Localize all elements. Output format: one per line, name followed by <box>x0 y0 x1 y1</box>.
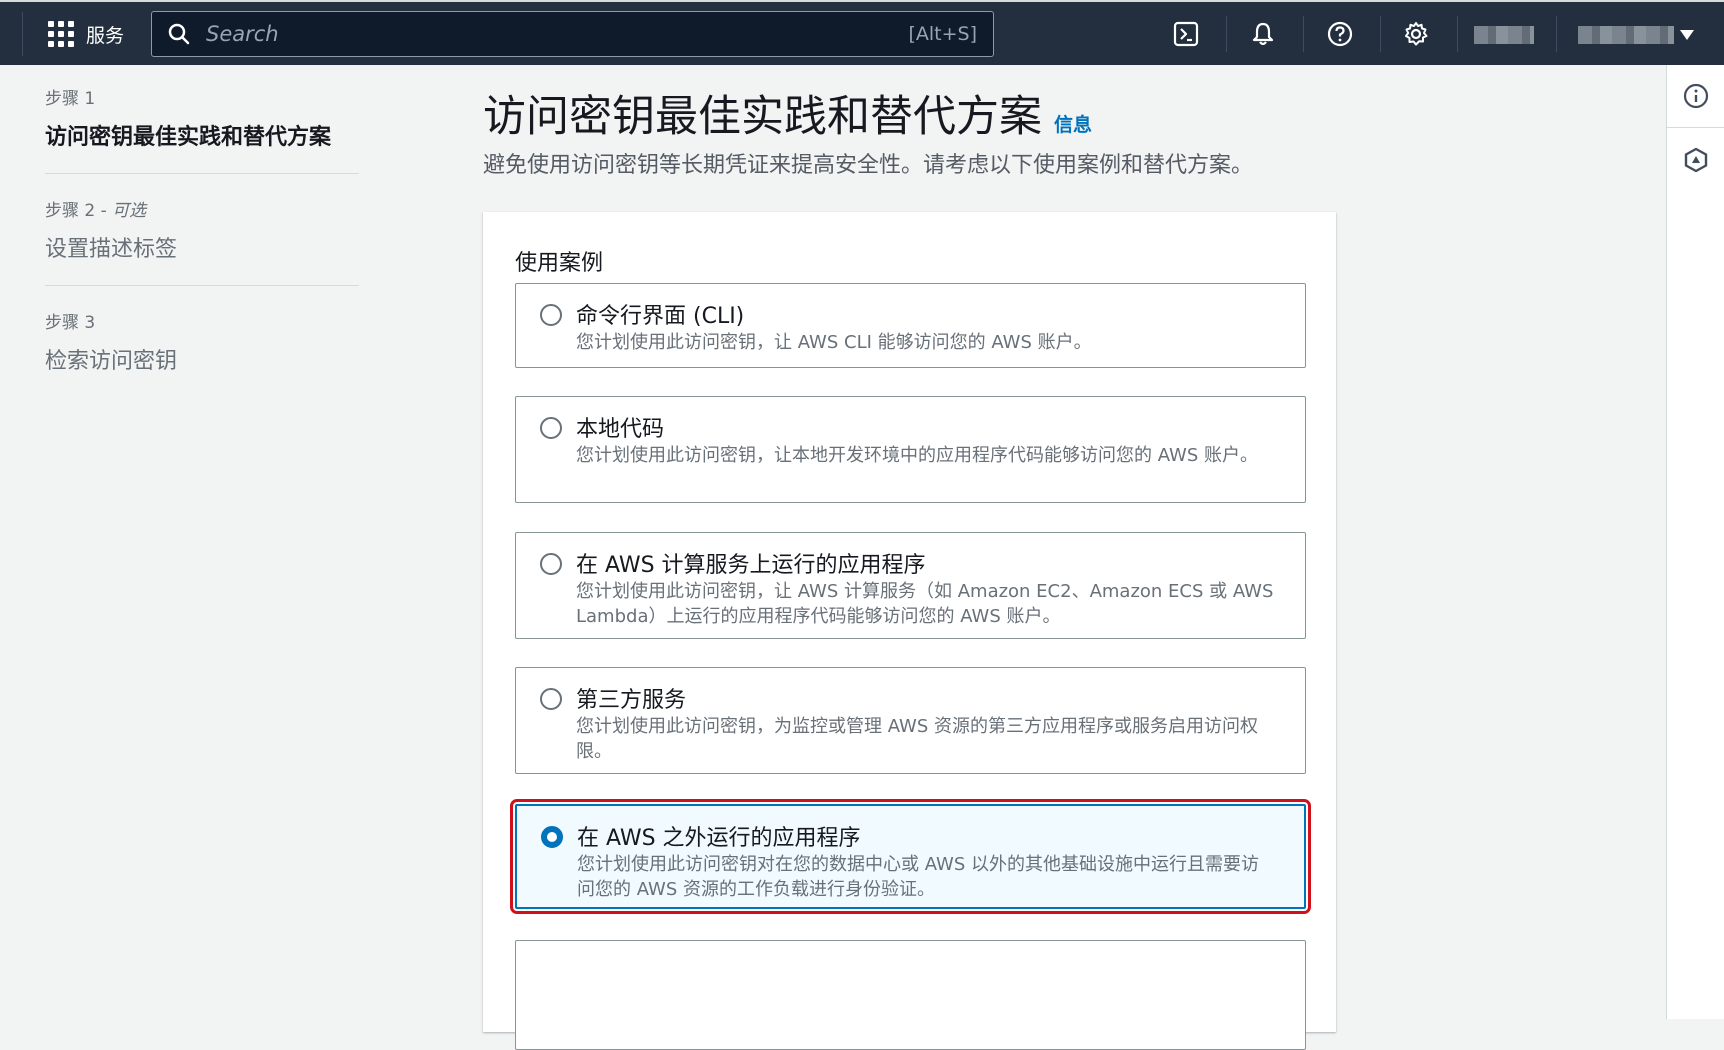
use-case-option-aws-compute[interactable]: 在 AWS 计算服务上运行的应用程序 您计划使用此访问密钥，让 AWS 计算服务… <box>515 532 1306 639</box>
info-link[interactable]: 信息 <box>1054 114 1092 136</box>
option-description: 您计划使用此访问密钥，让 AWS 计算服务（如 Amazon EC2、Amazo… <box>576 581 1274 627</box>
option-description: 您计划使用此访问密钥，让 AWS CLI 能够访问您的 AWS 账户。 <box>576 332 1092 353</box>
option-description: 您计划使用此访问密钥对在您的数据中心或 AWS 以外的其他基础设施中运行且需要访… <box>577 854 1259 900</box>
option-title: 第三方服务 <box>576 688 687 713</box>
help-icon[interactable] <box>1324 18 1356 50</box>
step-title: 访问密钥最佳实践和替代方案 <box>45 125 332 150</box>
step-number: 步骤 1 <box>45 89 96 109</box>
cloudshell-icon[interactable] <box>1170 18 1202 50</box>
nav-divider <box>1556 16 1557 52</box>
wizard-step-2: 步骤 2 - 可选 设置描述标签 <box>45 196 359 286</box>
page-description: 避免使用访问密钥等长期凭证来提高安全性。请考虑以下使用案例和替代方案。 <box>483 153 1254 178</box>
use-case-option-local-code[interactable]: 本地代码 您计划使用此访问密钥，让本地开发环境中的应用程序代码能够访问您的 AW… <box>515 396 1306 503</box>
nav-divider <box>1457 16 1458 52</box>
option-title: 在 AWS 计算服务上运行的应用程序 <box>576 553 926 578</box>
radio-button[interactable] <box>540 417 562 439</box>
caret-down-icon[interactable] <box>1680 30 1694 40</box>
radio-button[interactable] <box>540 688 562 710</box>
utility-rail <box>1666 65 1724 1019</box>
rail-divider <box>1667 127 1724 128</box>
option-title: 在 AWS 之外运行的应用程序 <box>577 826 861 851</box>
services-menu-button[interactable]: 服务 <box>48 18 124 50</box>
radio-button[interactable] <box>540 304 562 326</box>
use-case-option-outside-aws[interactable]: 在 AWS 之外运行的应用程序 您计划使用此访问密钥对在您的数据中心或 AWS … <box>510 799 1311 914</box>
option-title: 命令行界面 (CLI) <box>576 304 745 329</box>
wizard-steps: 步骤 1 访问密钥最佳实践和替代方案 步骤 2 - 可选 设置描述标签 步骤 3… <box>45 82 359 419</box>
page-title: 访问密钥最佳实践和替代方案 信息 <box>483 92 1093 142</box>
radio-button[interactable] <box>540 553 562 575</box>
nav-divider <box>1226 16 1227 52</box>
top-navigation-bar: 服务 Search [Alt+S] <box>0 0 1724 65</box>
step-number: 步骤 2 - 可选 <box>45 201 147 221</box>
use-case-option-cli[interactable]: 命令行界面 (CLI) 您计划使用此访问密钥，让 AWS CLI 能够访问您的 … <box>515 283 1306 368</box>
search-shortcut-hint: [Alt+S] <box>908 23 977 45</box>
search-input[interactable]: Search [Alt+S] <box>151 11 994 57</box>
use-case-option-next-partial[interactable] <box>515 940 1306 1050</box>
wizard-step-1: 步骤 1 访问密钥最佳实践和替代方案 <box>45 84 359 174</box>
option-title: 本地代码 <box>576 417 665 442</box>
bell-icon[interactable] <box>1247 18 1279 50</box>
step-title: 设置描述标签 <box>45 237 178 262</box>
option-description: 您计划使用此访问密钥，为监控或管理 AWS 资源的第三方应用程序或服务启用访问权… <box>576 716 1258 762</box>
wizard-step-3: 步骤 3 检索访问密钥 <box>45 308 359 397</box>
gear-icon[interactable] <box>1400 18 1432 50</box>
hexagon-icon[interactable] <box>1681 145 1711 175</box>
step-number: 步骤 3 <box>45 313 96 333</box>
use-case-option-third-party[interactable]: 第三方服务 您计划使用此访问密钥，为监控或管理 AWS 资源的第三方应用程序或服… <box>515 667 1306 774</box>
use-case-container: 使用案例 命令行界面 (CLI) 您计划使用此访问密钥，让 AWS CLI 能够… <box>483 212 1336 1050</box>
optional-label: 可选 <box>112 201 147 221</box>
use-case-label: 使用案例 <box>515 251 604 276</box>
search-icon <box>168 23 190 45</box>
search-placeholder: Search <box>206 22 279 46</box>
option-description: 您计划使用此访问密钥，让本地开发环境中的应用程序代码能够访问您的 AWS 账户。 <box>576 445 1258 466</box>
region-selector-redacted[interactable] <box>1474 26 1534 44</box>
nav-divider <box>1380 16 1381 52</box>
nav-divider <box>22 12 23 56</box>
info-icon[interactable] <box>1681 81 1711 111</box>
radio-button-checked[interactable] <box>541 826 563 848</box>
nav-divider <box>1303 16 1304 52</box>
step-title: 检索访问密钥 <box>45 349 178 374</box>
grid-icon <box>48 21 74 47</box>
account-menu-redacted[interactable] <box>1578 26 1674 44</box>
services-label: 服务 <box>86 24 125 47</box>
